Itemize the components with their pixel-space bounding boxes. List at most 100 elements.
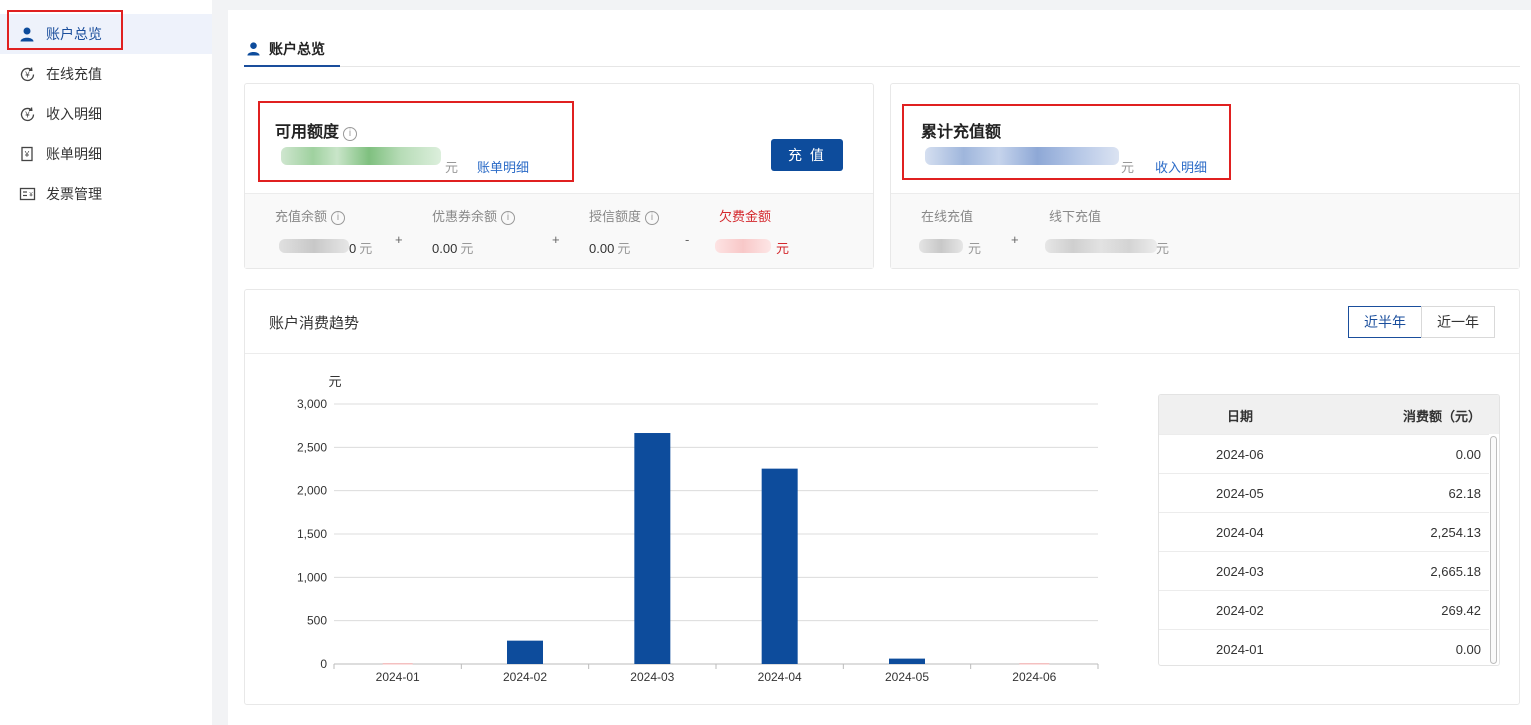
credit-label: 授信额度 i <box>589 206 660 225</box>
sidebar: 账户总览 ¥ 在线充值 ¥ 收入明细 ¥ 账单明细 ¥ 发票管理 <box>0 0 212 725</box>
blurred-amount <box>715 239 771 253</box>
table-row: 2024-06 0.00 <box>1159 434 1489 473</box>
table-cell-amount: 269.42 <box>1441 603 1481 618</box>
plus-sign: + <box>552 232 560 247</box>
sidebar-item-label: 发票管理 <box>46 186 102 202</box>
table-cell-amount: 2,665.18 <box>1430 564 1481 579</box>
svg-text:¥: ¥ <box>24 110 30 119</box>
recharge-button[interactable]: 充 值 <box>771 139 843 171</box>
consumption-bar-chart: 元 2024-01 2024-02 2024-03 2024-04 2024-05 202… <box>297 374 1099 684</box>
table-cell-date: 2024-05 <box>1216 486 1264 501</box>
range-one-year-button[interactable]: 近一年 <box>1421 306 1495 338</box>
chart-bar <box>634 433 671 664</box>
tab-bar: 账户总览 <box>244 32 1520 67</box>
table-header: 日期 消费额（元） <box>1159 395 1499 434</box>
table-row: 2024-01 0.00 <box>1159 629 1489 665</box>
yen-refresh-icon: ¥ <box>18 105 36 123</box>
info-icon[interactable]: i <box>501 211 516 225</box>
available-breakdown: 充值余额 i 0元 + 优惠券余额 i 0.00 元 + 授信额度 i 0.00 元 - … <box>245 193 873 268</box>
table-row: 2024-03 2,665.18 <box>1159 551 1489 590</box>
sidebar-item-income-detail[interactable]: ¥ 收入明细 <box>0 94 212 134</box>
balance-label: 充值余额 i <box>275 206 346 225</box>
tab-account-overview[interactable]: 账户总览 <box>244 32 340 67</box>
online-recharge-value: 元 <box>968 241 982 256</box>
x-tick-label: 2024-02 <box>503 670 547 684</box>
available-credit-card: 可用额度 i 元 账单明细 充 值 充值余额 i 0元 + 优惠券余额 i 0.00 元… <box>244 83 874 269</box>
trend-header: 账户消费趋势 近半年 近一年 <box>245 290 1519 354</box>
arrears-label: 欠费金额 <box>719 209 772 224</box>
y-tick-label: 2,000 <box>297 484 327 498</box>
table-cell-date: 2024-06 <box>1216 447 1264 462</box>
table-cell-amount: 62.18 <box>1448 486 1481 501</box>
online-recharge-label: 在线充值 <box>921 209 974 224</box>
trend-title: 账户消费趋势 <box>269 315 360 332</box>
table-row: 2024-04 2,254.13 <box>1159 512 1489 551</box>
chart-y-axis-label: 元 <box>328 374 341 389</box>
x-tick-label: 2024-06 <box>1012 670 1056 684</box>
sidebar-item-label: 收入明细 <box>46 106 102 122</box>
minus-sign: - <box>685 232 690 247</box>
sidebar-item-bill-detail[interactable]: ¥ 账单明细 <box>0 134 212 174</box>
bill-icon: ¥ <box>18 145 36 163</box>
table-row: 2024-02 269.42 <box>1159 590 1489 629</box>
table-cell-amount: 0.00 <box>1455 642 1481 657</box>
sidebar-item-label: 账单明细 <box>46 146 102 162</box>
x-tick-label: 2024-03 <box>630 670 674 684</box>
credit-value: 0.00 元 <box>589 241 631 256</box>
chart-bar <box>507 640 543 664</box>
total-recharge-card: 累计充值额 元 收入明细 在线充值 元 + 线下充值 元 <box>890 83 1520 269</box>
highlight-box <box>7 10 123 50</box>
info-icon[interactable]: i <box>331 211 346 225</box>
offline-recharge-label: 线下充值 <box>1049 209 1102 224</box>
highlight-box <box>258 101 574 182</box>
y-tick-label: 1,000 <box>297 570 327 584</box>
chart-bar-zero-marker <box>382 663 413 665</box>
sidebar-item-label: 在线充值 <box>46 66 102 82</box>
chart-bar <box>889 658 925 664</box>
svg-text:¥: ¥ <box>29 193 33 199</box>
table-scrollbar[interactable] <box>1490 436 1497 664</box>
sidebar-item-online-recharge[interactable]: ¥ 在线充值 <box>0 54 212 94</box>
x-tick-label: 2024-05 <box>885 670 929 684</box>
info-icon[interactable]: i <box>645 211 660 225</box>
x-tick-label: 2024-04 <box>758 670 802 684</box>
x-tick-label: 2024-01 <box>376 670 420 684</box>
total-recharge-breakdown: 在线充值 元 + 线下充值 元 <box>891 193 1519 268</box>
table-cell-date: 2024-04 <box>1216 525 1264 540</box>
blurred-amount <box>1045 239 1157 253</box>
table-cell-amount: 0.00 <box>1455 447 1481 462</box>
y-tick-label: 0 <box>320 657 327 671</box>
svg-text:¥: ¥ <box>24 150 30 159</box>
blurred-amount <box>279 239 349 253</box>
tab-label: 账户总览 <box>269 40 325 57</box>
balance-value: 0元 <box>349 241 373 256</box>
highlight-box <box>902 104 1231 180</box>
coupon-value: 0.00 元 <box>432 241 474 256</box>
table-row: 2024-05 62.18 <box>1159 473 1489 512</box>
arrears-value: 元 <box>776 241 790 256</box>
chart-bar-zero-marker <box>1019 663 1050 665</box>
table-cell-date: 2024-01 <box>1216 642 1264 657</box>
consumption-trend-card: 账户消费趋势 近半年 近一年 元 2024-01 2024-02 2024-03 20… <box>244 289 1520 705</box>
y-tick-label: 2,500 <box>297 440 327 454</box>
y-tick-label: 500 <box>307 614 327 628</box>
y-tick-label: 1,500 <box>297 527 327 541</box>
yen-refresh-icon: ¥ <box>18 65 36 83</box>
offline-recharge-value: 元 <box>1156 241 1170 256</box>
y-tick-label: 3,000 <box>297 397 327 411</box>
main-panel: 账户总览 可用额度 i 元 账单明细 充 值 充值余额 i 0元 + 优惠券余额 i … <box>228 10 1531 725</box>
table-cell-date: 2024-02 <box>1216 603 1264 618</box>
consumption-table: 日期 消费额（元） 2024-06 0.00 2024-05 62.18 202… <box>1158 394 1500 666</box>
invoice-icon: ¥ <box>18 185 36 203</box>
table-cell-date: 2024-03 <box>1216 564 1264 579</box>
plus-sign: + <box>395 232 403 247</box>
column-header-amount: 消费额（元） <box>1402 409 1481 424</box>
coupon-label: 优惠券余额 i <box>432 206 516 225</box>
chart-bar <box>761 468 798 664</box>
range-half-year-button[interactable]: 近半年 <box>1348 306 1422 338</box>
blurred-amount <box>919 239 963 253</box>
plus-sign: + <box>1011 232 1019 247</box>
table-cell-amount: 2,254.13 <box>1430 525 1481 540</box>
sidebar-item-invoice-management[interactable]: ¥ 发票管理 <box>0 174 212 214</box>
svg-text:¥: ¥ <box>24 70 30 79</box>
